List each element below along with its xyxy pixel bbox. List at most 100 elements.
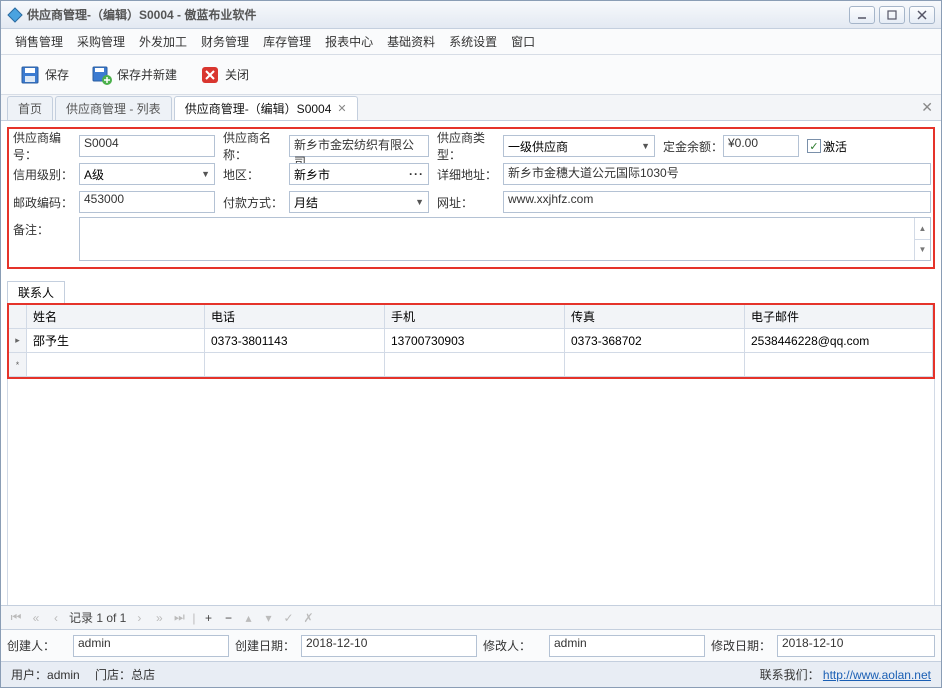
menu-basedata[interactable]: 基础资料 bbox=[383, 31, 439, 52]
cell-fax[interactable]: 0373-368702 bbox=[565, 329, 745, 352]
chevron-down-icon: ▼ bbox=[201, 169, 210, 179]
save-new-label: 保存并新建 bbox=[117, 66, 177, 83]
nav-down-icon[interactable]: ▾ bbox=[261, 611, 275, 625]
close-icon bbox=[199, 64, 221, 86]
menu-sales[interactable]: 销售管理 bbox=[11, 31, 67, 52]
col-email[interactable]: 电子邮件 bbox=[745, 305, 933, 328]
tab-supplier-list[interactable]: 供应商管理 - 列表 bbox=[55, 96, 172, 120]
menu-outprocess[interactable]: 外发加工 bbox=[135, 31, 191, 52]
close-record-button[interactable]: 关闭 bbox=[195, 62, 253, 88]
create-date-input[interactable]: 2018-12-10 bbox=[301, 635, 477, 657]
nav-first-icon[interactable]: ⏮ bbox=[9, 610, 23, 625]
form-highlight-box: 供应商编号： S0004 供应商名称： 新乡市金宏纺织有限公司 供应商类型： 一… bbox=[7, 127, 935, 269]
remark-input[interactable]: ▲ ▼ bbox=[79, 217, 931, 261]
status-user: admin bbox=[47, 668, 80, 682]
supplier-name-input[interactable]: 新乡市金宏纺织有限公司 bbox=[289, 135, 429, 157]
address-label: 详细地址： bbox=[435, 166, 503, 183]
close-button[interactable] bbox=[909, 6, 935, 24]
active-checkbox[interactable]: ✓ bbox=[807, 139, 821, 153]
modify-date-label: 修改日期： bbox=[711, 637, 771, 654]
tab-supplier-edit[interactable]: 供应商管理-（编辑）S0004 ✕ bbox=[174, 96, 358, 120]
nav-up-icon[interactable]: ▴ bbox=[241, 611, 255, 625]
nav-commit-icon[interactable]: ✓ bbox=[281, 611, 295, 625]
document-tabs: 首页 供应商管理 - 列表 供应商管理-（编辑）S0004 ✕ ✕ bbox=[1, 95, 941, 121]
status-bar: 用户： admin 门店： 总店 联系我们： http://www.aolan.… bbox=[1, 661, 941, 687]
spin-up-icon[interactable]: ▲ bbox=[915, 218, 930, 240]
menu-report[interactable]: 报表中心 bbox=[321, 31, 377, 52]
ellipsis-icon: ··· bbox=[409, 167, 424, 181]
audit-footer: 创建人： admin 创建日期： 2018-12-10 修改人： admin 修… bbox=[1, 629, 941, 661]
record-navigator: ⏮ « ‹ 记录 1 of 1 › » ⏭ | + − ▴ ▾ ✓ ✗ bbox=[1, 605, 941, 629]
save-new-button[interactable]: 保存并新建 bbox=[87, 62, 181, 88]
record-counter: 记录 1 of 1 bbox=[69, 609, 126, 626]
col-name[interactable]: 姓名 bbox=[27, 305, 205, 328]
remark-label: 备注： bbox=[11, 217, 79, 238]
minimize-button[interactable] bbox=[849, 6, 875, 24]
active-label: 激活 bbox=[823, 138, 847, 155]
window-controls bbox=[849, 6, 941, 24]
region-lookup[interactable]: 新乡市··· bbox=[289, 163, 429, 185]
address-input[interactable]: 新乡市金穗大道公元国际1030号 bbox=[503, 163, 931, 185]
menu-purchase[interactable]: 采购管理 bbox=[73, 31, 129, 52]
table-new-row[interactable]: * bbox=[9, 353, 933, 377]
tab-home-label: 首页 bbox=[18, 100, 42, 117]
cell-email[interactable]: 2538446228@qq.com bbox=[745, 329, 933, 352]
maximize-button[interactable] bbox=[879, 6, 905, 24]
modify-date-input[interactable]: 2018-12-10 bbox=[777, 635, 935, 657]
grid-header: 姓名 电话 手机 传真 电子邮件 bbox=[9, 305, 933, 329]
supplier-no-label: 供应商编号： bbox=[11, 129, 79, 163]
supplier-no-input[interactable]: S0004 bbox=[79, 135, 215, 157]
spin-down-icon[interactable]: ▼ bbox=[915, 240, 930, 261]
cell-name[interactable]: 邵予生 bbox=[27, 329, 205, 352]
status-user-label: 用户： bbox=[11, 666, 47, 683]
menu-settings[interactable]: 系统设置 bbox=[445, 31, 501, 52]
table-row[interactable]: ▸ 邵予生 0373-3801143 13700730903 0373-3687… bbox=[9, 329, 933, 353]
contacts-grid: 姓名 电话 手机 传真 电子邮件 ▸ 邵予生 0373-3801143 1370… bbox=[7, 303, 935, 379]
tab-close-icon[interactable]: ✕ bbox=[337, 102, 346, 115]
cell-tel[interactable]: 0373-3801143 bbox=[205, 329, 385, 352]
postcode-input[interactable]: 453000 bbox=[79, 191, 215, 213]
nav-cancel-icon[interactable]: ✗ bbox=[301, 611, 315, 625]
chevron-down-icon: ▼ bbox=[641, 141, 650, 151]
modifier-input[interactable]: admin bbox=[549, 635, 705, 657]
tab-supplier-list-label: 供应商管理 - 列表 bbox=[66, 100, 161, 117]
save-button[interactable]: 保存 bbox=[15, 62, 73, 88]
nav-nextpage-icon[interactable]: » bbox=[152, 611, 166, 625]
tab-home[interactable]: 首页 bbox=[7, 96, 53, 120]
title-bar: 供应商管理-（编辑）S0004 - 傲蓝布业软件 bbox=[1, 1, 941, 29]
save-icon bbox=[19, 64, 41, 86]
menu-finance[interactable]: 财务管理 bbox=[197, 31, 253, 52]
creator-input[interactable]: admin bbox=[73, 635, 229, 657]
pay-select[interactable]: 月结▼ bbox=[289, 191, 429, 213]
deposit-label: 定金余额： bbox=[661, 138, 723, 155]
credit-select[interactable]: A级▼ bbox=[79, 163, 215, 185]
contacts-subtab: 联系人 bbox=[7, 281, 935, 303]
row-indicator-icon: ▸ bbox=[9, 329, 27, 352]
col-tel[interactable]: 电话 bbox=[205, 305, 385, 328]
website-input[interactable]: www.xxjhfz.com bbox=[503, 191, 931, 213]
nav-next-icon[interactable]: › bbox=[132, 611, 146, 625]
content-area: 供应商编号： S0004 供应商名称： 新乡市金宏纺织有限公司 供应商类型： 一… bbox=[1, 121, 941, 605]
nav-prevpage-icon[interactable]: « bbox=[29, 611, 43, 625]
menu-window[interactable]: 窗口 bbox=[507, 31, 539, 52]
cell-mobile[interactable]: 13700730903 bbox=[385, 329, 565, 352]
tabs-close-icon[interactable]: ✕ bbox=[921, 99, 933, 116]
nav-last-icon[interactable]: ⏭ bbox=[172, 610, 186, 625]
status-contact-link[interactable]: http://www.aolan.net bbox=[823, 668, 931, 682]
nav-delete-icon[interactable]: − bbox=[221, 611, 235, 625]
status-shop: 总店 bbox=[131, 666, 155, 683]
contacts-tab[interactable]: 联系人 bbox=[7, 281, 65, 303]
creator-label: 创建人： bbox=[7, 637, 67, 654]
menu-stock[interactable]: 库存管理 bbox=[259, 31, 315, 52]
col-fax[interactable]: 传真 bbox=[565, 305, 745, 328]
col-mobile[interactable]: 手机 bbox=[385, 305, 565, 328]
chevron-down-icon: ▼ bbox=[415, 197, 424, 207]
nav-prev-icon[interactable]: ‹ bbox=[49, 611, 63, 625]
website-label: 网址： bbox=[435, 194, 503, 211]
nav-add-icon[interactable]: + bbox=[201, 611, 215, 625]
supplier-name-label: 供应商名称： bbox=[221, 129, 289, 163]
close-label: 关闭 bbox=[225, 66, 249, 83]
supplier-type-select[interactable]: 一级供应商▼ bbox=[503, 135, 655, 157]
grid-filler bbox=[7, 379, 935, 605]
deposit-input[interactable]: ¥0.00 bbox=[723, 135, 799, 157]
